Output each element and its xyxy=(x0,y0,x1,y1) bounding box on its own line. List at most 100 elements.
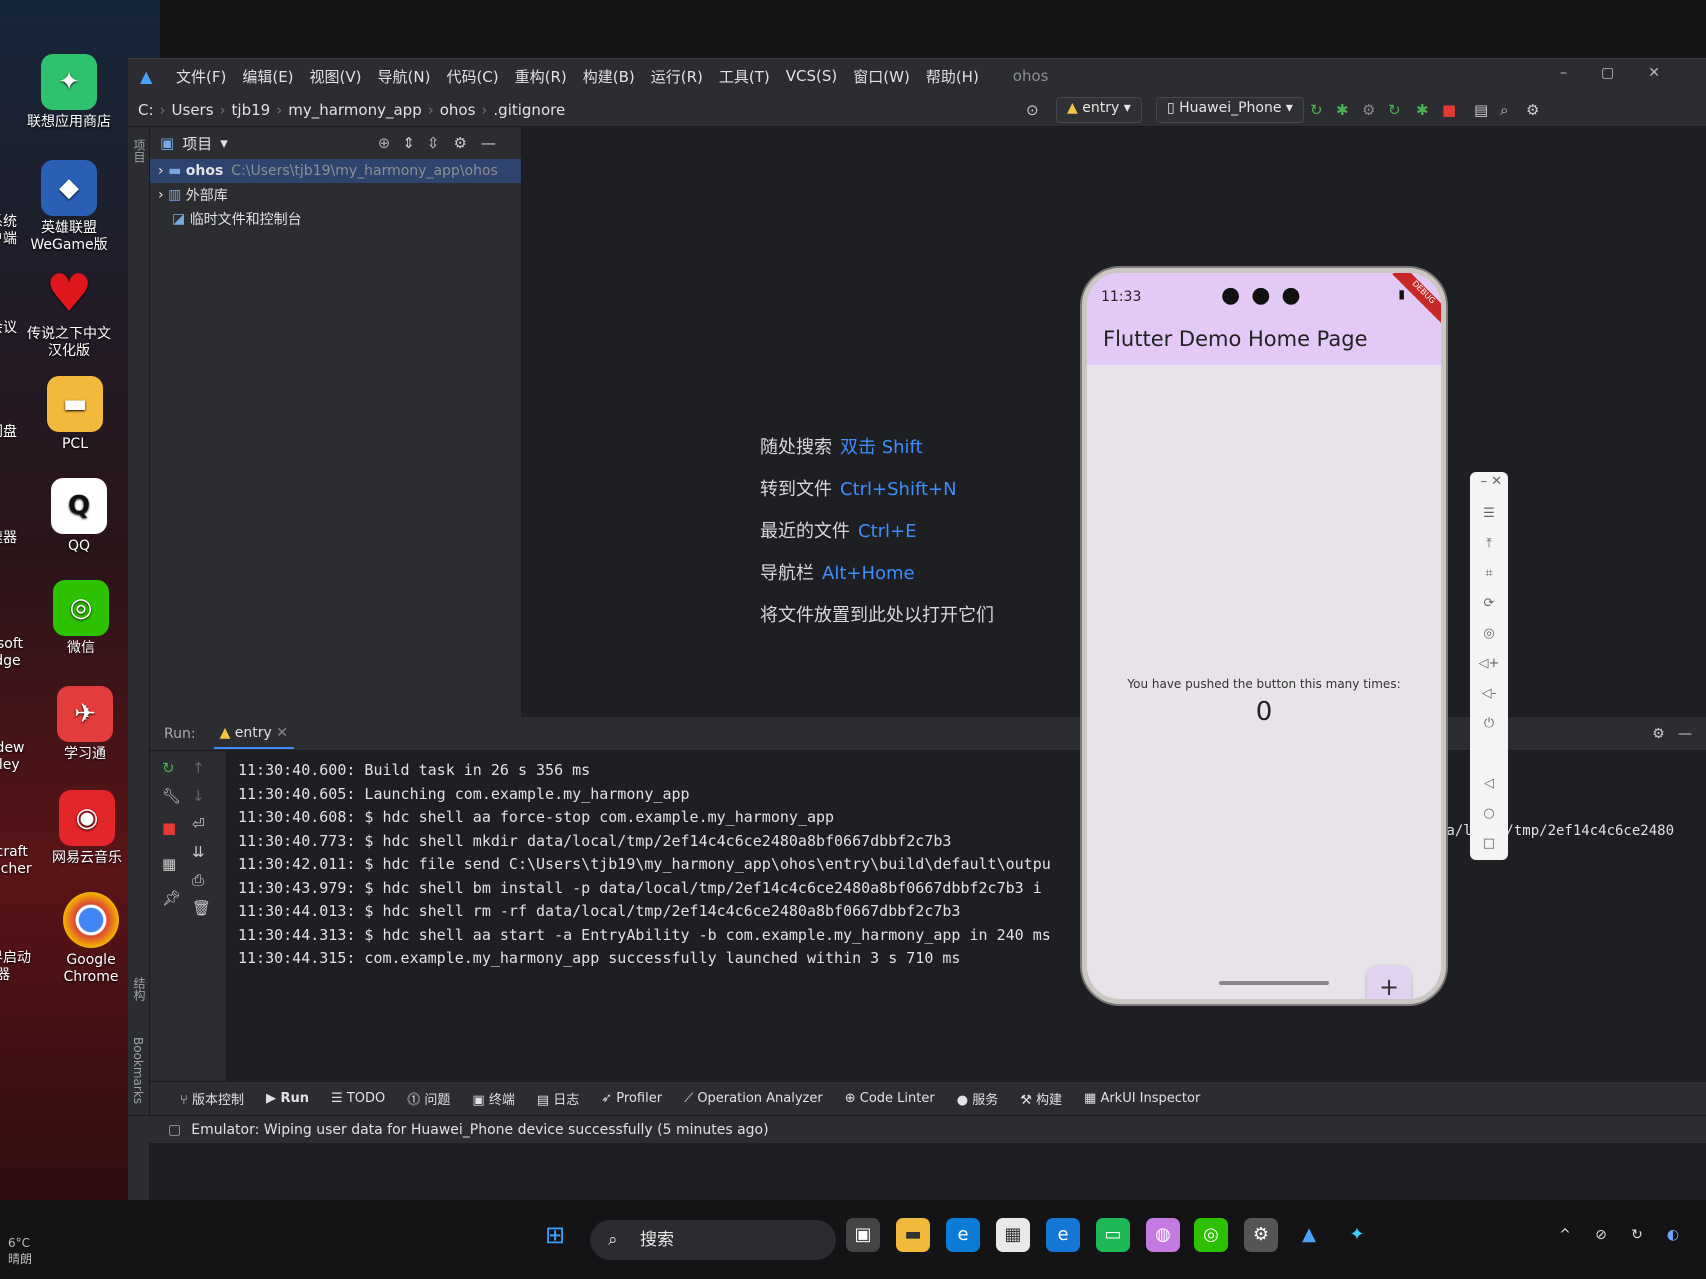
menu-edit[interactable]: 编辑(E) xyxy=(242,66,293,87)
soft-wrap-icon[interactable]: ⏎ xyxy=(192,815,205,833)
file-explorer-icon[interactable]: ▬ xyxy=(896,1218,930,1252)
menu-window[interactable]: 窗口(W) xyxy=(853,66,910,87)
device-select[interactable]: ▯ Huawei_Phone ▾ xyxy=(1156,97,1304,123)
tab-todo[interactable]: ☰ TODO xyxy=(331,1091,385,1106)
volume-up-icon[interactable]: ◁+ xyxy=(1470,656,1508,671)
network-icon[interactable]: ⊘ xyxy=(1584,1218,1618,1252)
search-icon[interactable]: ⌕ xyxy=(1500,101,1508,119)
project-tool-label[interactable]: 项目 xyxy=(131,139,148,163)
desktop-icon-pcl[interactable]: ▬ PCL xyxy=(20,376,130,453)
tree-item-ohos[interactable]: › ▬ ohos C:\Users\tjb19\my_harmony_app\oh… xyxy=(150,159,521,183)
rotate-icon[interactable]: ⟳ xyxy=(1470,596,1508,611)
tab-operation-analyzer[interactable]: ⟋ Operation Analyzer xyxy=(684,1091,823,1106)
arrow-up-icon[interactable]: ↑ xyxy=(192,759,205,777)
menu-run[interactable]: 运行(R) xyxy=(651,66,703,87)
expand-all-icon[interactable]: ⇕ xyxy=(402,134,415,152)
stop-icon[interactable]: ■ xyxy=(1442,101,1456,119)
rerun-icon[interactable]: ↻ xyxy=(162,759,175,777)
crop-icon[interactable]: ⌗ xyxy=(1470,566,1508,581)
desktop-icon-clipped[interactable]: 速器 xyxy=(0,530,58,547)
wechat-icon[interactable]: ◎ xyxy=(1194,1218,1228,1252)
locate-icon[interactable]: ⊕ xyxy=(378,134,391,152)
settings-icon[interactable]: ⚙ xyxy=(1244,1218,1278,1252)
ide-icon[interactable]: ✦ xyxy=(1340,1218,1374,1252)
bookmarks-tool-label[interactable]: Bookmarks xyxy=(131,1037,145,1104)
run-tab-entry[interactable]: ▲ entry ✕ xyxy=(213,719,294,749)
location-icon[interactable]: ◎ xyxy=(1470,626,1508,641)
stop-icon[interactable]: ■ xyxy=(162,819,176,837)
desktop-icon-clipped[interactable]: necraft auncher xyxy=(0,844,58,878)
pin-top-icon[interactable]: ⤒ xyxy=(1470,536,1508,551)
attach-icon[interactable]: ⚙ xyxy=(1362,101,1375,119)
trash-icon[interactable]: 🗑︎ xyxy=(192,899,211,917)
desktop-icon-clipped[interactable]: ardew alley xyxy=(0,740,58,774)
windows-start-icon[interactable]: ⊞ xyxy=(538,1218,572,1252)
desktop-icon-undertale[interactable]: ♥ 传说之下中文 汉化版 xyxy=(14,266,124,360)
project-structure-icon[interactable]: ▤ xyxy=(1474,101,1488,119)
tree-item-external-libs[interactable]: › ▥ 外部库 xyxy=(150,183,521,207)
chevron-down-icon[interactable]: ▾ xyxy=(220,134,228,152)
close-icon[interactable]: – ✕ xyxy=(1470,474,1508,489)
menu-view[interactable]: 视图(V) xyxy=(310,66,362,87)
tab-problems[interactable]: ⓵ 问题 xyxy=(407,1089,450,1108)
tray-app-icon[interactable]: ◐ xyxy=(1656,1218,1690,1252)
scroll-end-icon[interactable]: ⇊ xyxy=(192,843,205,861)
menu-file[interactable]: 文件(F) xyxy=(176,66,226,87)
chevron-up-icon[interactable]: ^ xyxy=(1548,1218,1582,1252)
settings-icon[interactable]: ⚙ xyxy=(1526,101,1539,119)
menu-tools[interactable]: 工具(T) xyxy=(719,66,770,87)
emulator-phone[interactable]: 11:33 ● ● ● ▮ DEBUG Flutter Demo Home Pa… xyxy=(1082,268,1446,1004)
weather-widget[interactable]: 6°C 晴朗 xyxy=(8,1236,32,1267)
menu-vcs[interactable]: VCS(S) xyxy=(786,67,837,85)
print-icon[interactable]: ⎙ xyxy=(192,871,204,889)
pin-icon[interactable]: 📌︎ xyxy=(162,889,181,907)
desktop-icon-lenovo-store[interactable]: ✦ 联想应用商店 xyxy=(14,54,124,131)
tab-profiler[interactable]: ➶ Profiler xyxy=(601,1091,662,1106)
desktop-icon-clipped[interactable]: 会议 xyxy=(0,320,58,337)
taskbar-search[interactable]: ⌕ 搜索 xyxy=(590,1220,836,1260)
breadcrumb-user[interactable]: tjb19 xyxy=(232,101,271,119)
desktop-icon-clipped[interactable]: 系统 户端 xyxy=(0,214,58,248)
tab-arkui-inspector[interactable]: ▦ ArkUI Inspector xyxy=(1084,1091,1200,1106)
arrow-down-icon[interactable]: ↓ xyxy=(192,787,205,805)
close-icon[interactable]: ✕ xyxy=(276,725,288,741)
tab-code-linter[interactable]: ⊕ Code Linter xyxy=(845,1091,935,1106)
tree-item-scratches[interactable]: ◪ 临时文件和控制台 xyxy=(150,207,521,231)
project-panel-title[interactable]: 项目 xyxy=(182,133,212,154)
volume-down-icon[interactable]: ◁- xyxy=(1470,686,1508,701)
menu-code[interactable]: 代码(C) xyxy=(446,66,498,87)
menu-icon[interactable]: ☰ xyxy=(1470,506,1508,521)
firefox-icon[interactable]: ◍ xyxy=(1146,1218,1180,1252)
chevron-right-icon[interactable]: › xyxy=(158,163,168,179)
desktop-icon-clipped[interactable]: 网盘 xyxy=(0,424,58,441)
status-panel-icon[interactable]: ▢ xyxy=(168,1122,181,1138)
bug-reload-icon[interactable]: ✱ xyxy=(1416,101,1429,119)
sync-icon[interactable]: ↻ xyxy=(1620,1218,1654,1252)
tab-run[interactable]: ▶ Run xyxy=(266,1091,309,1106)
edge-dev-icon[interactable]: e xyxy=(1046,1218,1080,1252)
deveco-icon[interactable]: ▲ xyxy=(1292,1218,1326,1252)
edge-icon[interactable]: e xyxy=(946,1218,980,1252)
desktop-icon-clipped[interactable]: 世界启动 器 xyxy=(0,950,58,984)
tab-version-control[interactable]: ⑂ 版本控制 xyxy=(180,1089,244,1108)
menu-build[interactable]: 构建(B) xyxy=(583,66,635,87)
collapse-all-icon[interactable]: ⇳ xyxy=(427,134,440,152)
breadcrumb-file[interactable]: .gitignore xyxy=(493,101,565,119)
recents-icon[interactable]: □ xyxy=(1470,836,1508,851)
menu-refactor[interactable]: 重构(R) xyxy=(515,66,567,87)
home-indicator[interactable] xyxy=(1219,981,1329,985)
back-icon[interactable]: ◁ xyxy=(1470,776,1508,791)
breadcrumb-users[interactable]: Users xyxy=(172,101,214,119)
gear-icon[interactable]: ⚙ — xyxy=(1652,726,1692,742)
menu-navigate[interactable]: 导航(N) xyxy=(378,66,431,87)
store-icon[interactable]: ▦ xyxy=(996,1218,1030,1252)
breadcrumb-project[interactable]: my_harmony_app xyxy=(288,101,422,119)
menu-help[interactable]: 帮助(H) xyxy=(926,66,979,87)
status-message[interactable]: Emulator: Wiping user data for Huawei_Ph… xyxy=(191,1122,768,1138)
window-controls[interactable]: –▢✕ xyxy=(1560,65,1694,81)
breadcrumb-drive[interactable]: C: xyxy=(138,101,154,119)
run-config-select[interactable]: ▲ entry ▾ xyxy=(1056,97,1142,123)
tab-terminal[interactable]: ▣ 终端 xyxy=(472,1089,514,1108)
wrench-icon[interactable]: 🔧︎ xyxy=(162,787,181,805)
target-icon[interactable]: ⊙ xyxy=(1026,101,1039,119)
